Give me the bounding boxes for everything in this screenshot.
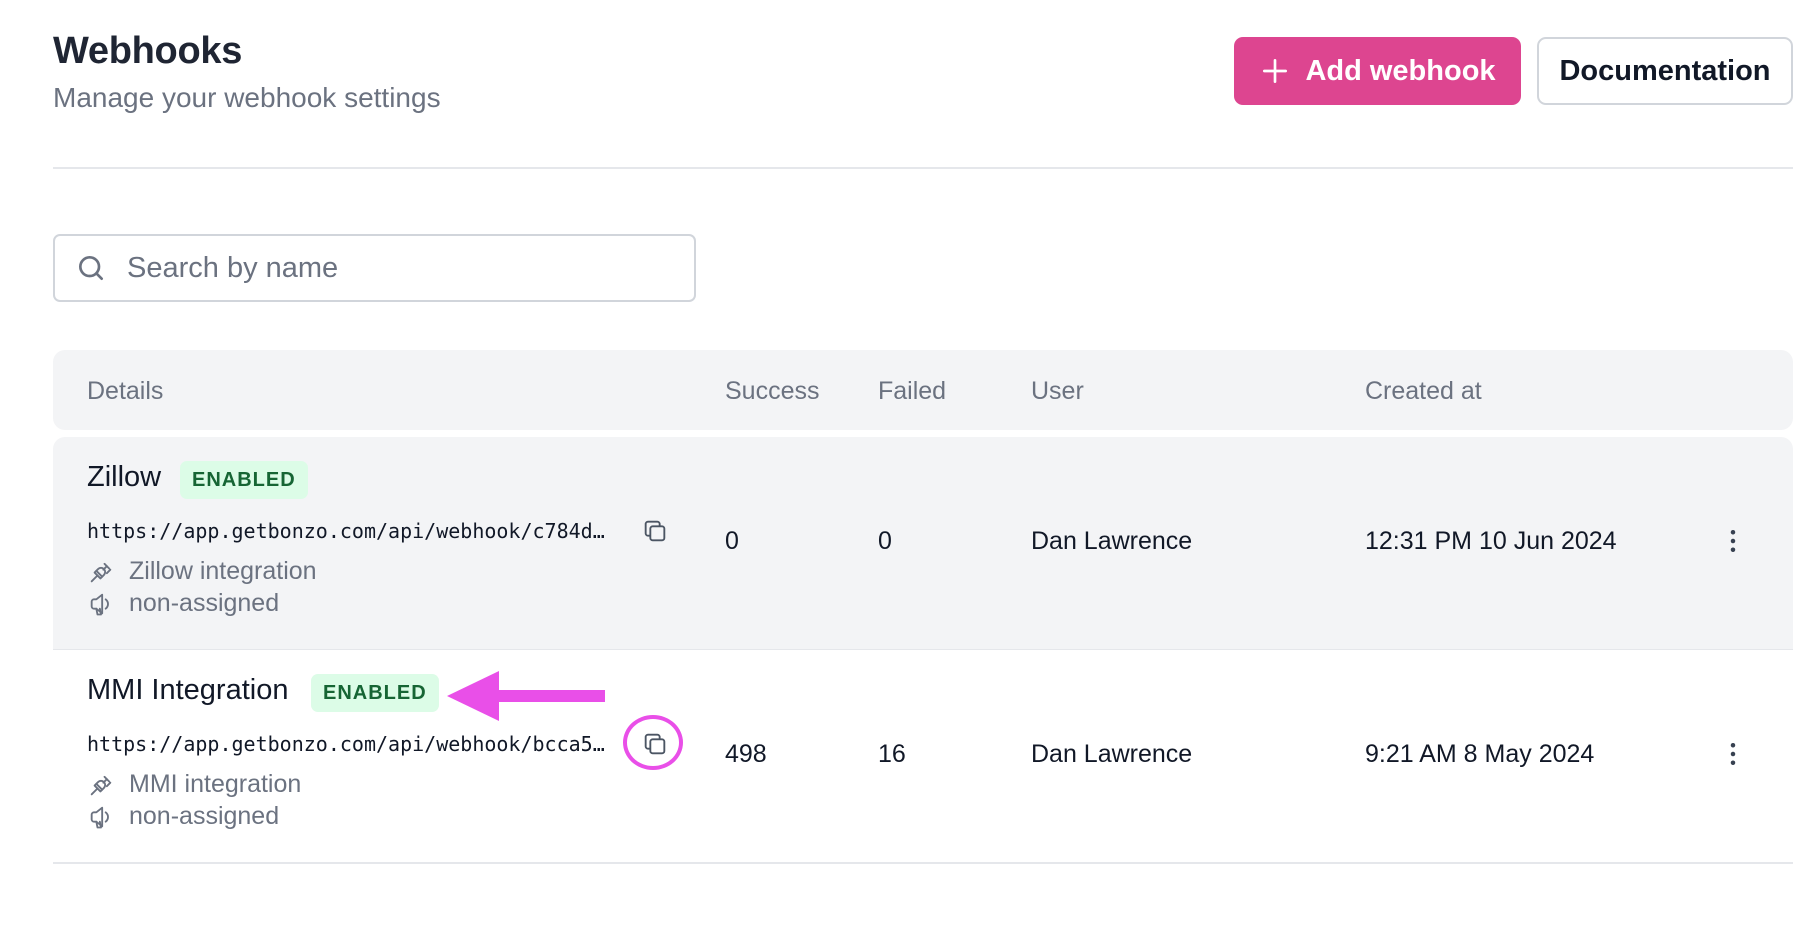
table-header: Details Success Failed User Created at [53,350,1793,430]
documentation-label: Documentation [1559,54,1771,87]
table-row[interactable]: MMI Integration ENABLED https://app.getb… [53,650,1793,864]
header-divider [53,167,1793,169]
failed-count: 16 [878,740,906,768]
webhook-url: https://app.getbonzo.com/api/webhook/c78… [87,519,605,543]
column-details[interactable]: Details [87,377,163,406]
megaphone-icon [90,806,109,828]
table-row[interactable]: Zillow ENABLED https://app.getbonzo.com/… [53,437,1793,651]
assignment-label: non-assigned [129,802,280,830]
column-created-at[interactable]: Created at [1365,377,1482,406]
copy-url-button[interactable] [637,513,673,549]
integration-info: MMI integration [87,770,301,799]
success-count: 498 [725,740,767,768]
row-actions-button[interactable] [1713,521,1753,561]
copy-icon [644,520,666,542]
assignment-info: non-assigned [87,802,279,831]
copy-icon [644,733,666,755]
status-badge: ENABLED [180,461,308,499]
add-webhook-button[interactable]: Add webhook [1234,37,1521,105]
megaphone-icon [90,593,109,615]
integration-info: Zillow integration [87,557,317,586]
page-subtitle: Manage your webhook settings [53,82,441,113]
add-webhook-label: Add webhook [1305,54,1496,87]
integration-label: Zillow integration [129,557,317,585]
webhook-name[interactable]: Zillow [87,461,161,494]
search-input[interactable] [127,251,687,285]
assignment-info: non-assigned [87,589,279,618]
page-title: Webhooks [53,30,243,72]
search-box[interactable] [53,234,696,302]
plug-icon [90,775,112,795]
plus-icon [1263,59,1288,83]
failed-count: 0 [878,527,892,555]
copy-url-button[interactable] [637,726,673,762]
user-name: Dan Lawrence [1031,740,1193,768]
search-icon [79,256,103,280]
more-vertical-icon [1730,743,1736,765]
webhook-url: https://app.getbonzo.com/api/webhook/bcc… [87,732,605,756]
created-at: 12:31 PM 10 Jun 2024 [1365,527,1617,555]
more-vertical-icon [1730,530,1736,552]
documentation-button[interactable]: Documentation [1537,37,1793,105]
plug-icon [90,562,112,582]
column-user[interactable]: User [1031,377,1084,406]
integration-label: MMI integration [129,770,302,798]
status-badge: ENABLED [311,674,439,712]
row-actions-button[interactable] [1713,734,1753,774]
assignment-label: non-assigned [129,589,280,617]
column-failed[interactable]: Failed [878,377,946,406]
created-at: 9:21 AM 8 May 2024 [1365,740,1595,768]
success-count: 0 [725,527,739,555]
column-success[interactable]: Success [725,377,819,406]
webhook-name[interactable]: MMI Integration [87,674,288,707]
user-name: Dan Lawrence [1031,527,1193,555]
